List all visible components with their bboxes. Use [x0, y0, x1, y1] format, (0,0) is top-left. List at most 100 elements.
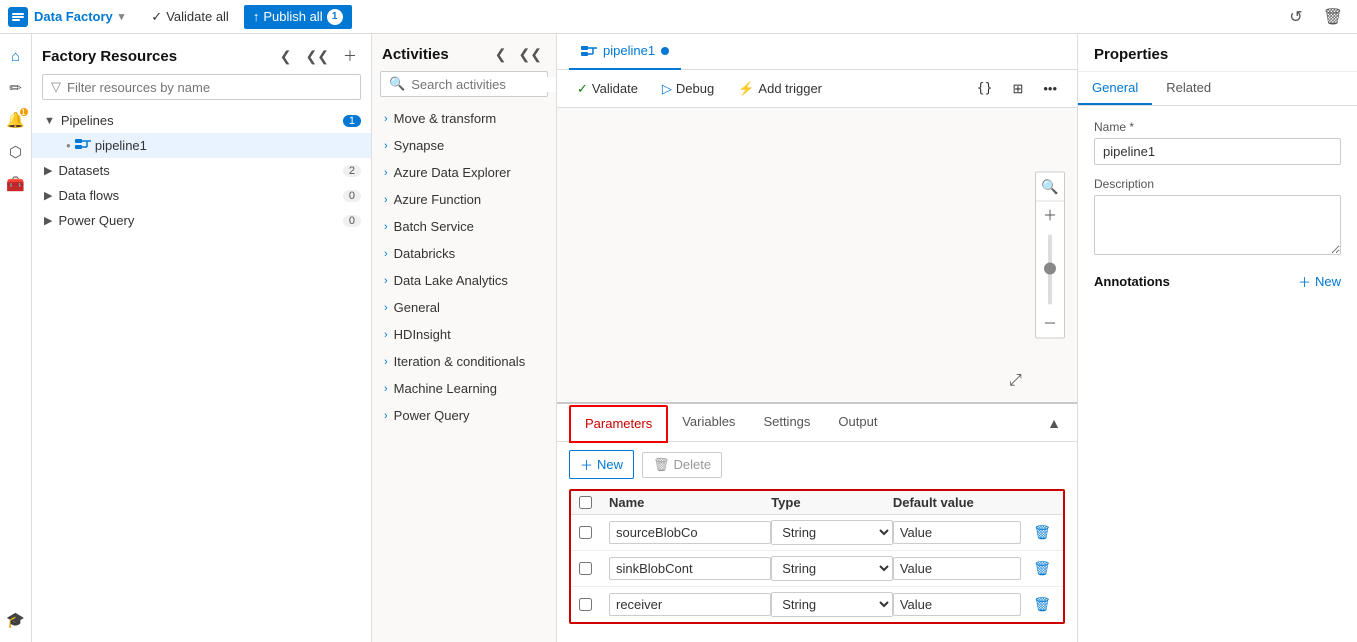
new-annotation-button[interactable]: ＋ New — [1298, 272, 1341, 291]
tree-item-powerquery[interactable]: ▶ Power Query 0 — [32, 208, 371, 233]
activity-power-query[interactable]: › Power Query — [372, 402, 556, 429]
activity-azure-data-explorer[interactable]: › Azure Data Explorer — [372, 159, 556, 186]
activity-azure-function[interactable]: › Azure Function — [372, 186, 556, 213]
fit-view-button[interactable]: ⤢ — [1009, 372, 1029, 392]
table-view-button[interactable]: ⊞ — [1004, 77, 1031, 101]
name-field-label: Name * — [1094, 120, 1341, 134]
row1-default-cell: 🗑 — [893, 521, 1055, 544]
row1-delete-button[interactable]: 🗑 — [1029, 522, 1055, 543]
delete-parameter-button[interactable]: 🗑 Delete — [642, 452, 722, 478]
collapse-all-button[interactable]: ❮❮ — [302, 46, 333, 67]
topbar: Data Factory ▾ ✓ Validate all ↑ Publish … — [0, 0, 1357, 34]
new-parameter-button[interactable]: ＋ New — [569, 450, 634, 479]
publish-all-button[interactable]: ↑ Publish all 1 — [244, 5, 352, 29]
tab-settings[interactable]: Settings — [749, 404, 824, 442]
row2-delete-button[interactable]: 🗑 — [1029, 558, 1055, 579]
dataflows-count: 0 — [343, 190, 361, 202]
search-canvas-button[interactable]: 🔍 — [1036, 173, 1064, 201]
delete-parameter-label: Delete — [674, 457, 712, 472]
properties-content: Name * Description Annotations ＋ New — [1078, 106, 1357, 305]
row2-default-input[interactable] — [893, 557, 1021, 580]
param-row: StringBoolInt 🗑 — [571, 587, 1063, 622]
row2-checkbox[interactable] — [579, 562, 592, 575]
toolbar-right: {} ⊞ ••• — [969, 77, 1065, 101]
more-actions-button[interactable]: ••• — [1035, 77, 1065, 100]
notification-icon[interactable]: 🔔 1 — [2, 106, 30, 134]
debug-button[interactable]: ▷ Debug — [654, 77, 722, 101]
learn-icon[interactable]: 🎓 — [2, 606, 30, 634]
filter-resources-input[interactable] — [67, 80, 352, 95]
row3-name-input[interactable] — [609, 593, 771, 616]
dataflows-label: Data flows — [58, 188, 342, 203]
activity-data-lake-analytics[interactable]: › Data Lake Analytics — [372, 267, 556, 294]
canvas-zoom-slider[interactable] — [1036, 230, 1064, 310]
brand-chevron[interactable]: ▾ — [119, 10, 125, 23]
activity-batch-service[interactable]: › Batch Service — [372, 213, 556, 240]
validate-label: Validate — [592, 81, 638, 96]
row2-name-input[interactable] — [609, 557, 771, 580]
collapse-panel-button[interactable]: ❮ — [276, 46, 296, 67]
tab-variables[interactable]: Variables — [668, 404, 749, 442]
select-all-checkbox[interactable] — [579, 496, 592, 509]
tree-item-pipelines[interactable]: ▼ Pipelines 1 — [32, 108, 371, 133]
slider-track — [1048, 235, 1052, 305]
tree-item-datasets[interactable]: ▶ Datasets 2 — [32, 158, 371, 183]
row1-type-select[interactable]: StringBoolInt — [771, 520, 893, 545]
publish-all-label: Publish all — [263, 9, 322, 24]
pipeline1-tab[interactable]: pipeline1 — [569, 34, 681, 70]
activity-hdinsight[interactable]: › HDInsight — [372, 321, 556, 348]
activity-databricks[interactable]: › Databricks — [372, 240, 556, 267]
collapse-bottom-panel-button[interactable]: ▲ — [1043, 413, 1065, 433]
tree-item-dataflows[interactable]: ▶ Data flows 0 — [32, 183, 371, 208]
add-trigger-button[interactable]: ⚡ Add trigger — [730, 77, 830, 101]
delete-topbar-button[interactable]: 🗑 — [1317, 5, 1349, 29]
row1-name-input[interactable] — [609, 521, 771, 544]
validate-button[interactable]: ✓ Validate — [569, 77, 646, 101]
activity-general[interactable]: › General — [372, 294, 556, 321]
row1-checkbox[interactable] — [579, 526, 592, 539]
row1-name-cell — [609, 521, 771, 544]
activity-synapse[interactable]: › Synapse — [372, 132, 556, 159]
tab-parameters[interactable]: Parameters — [569, 405, 668, 443]
row3-checkbox[interactable] — [579, 598, 592, 611]
props-tab-general[interactable]: General — [1078, 72, 1152, 105]
home-icon[interactable]: ⌂ — [2, 42, 30, 70]
add-resource-button[interactable]: ＋ — [339, 44, 361, 68]
zoom-in-button[interactable]: ＋ — [1036, 202, 1064, 230]
datasets-label: Datasets — [58, 163, 342, 178]
refresh-button[interactable]: ↺ — [1283, 5, 1308, 29]
settings-tab-label: Settings — [763, 414, 810, 429]
tab-output[interactable]: Output — [824, 404, 891, 442]
row2-check-cell — [579, 562, 609, 575]
row3-default-input[interactable] — [893, 593, 1021, 616]
activity-move-transform[interactable]: › Move & transform — [372, 105, 556, 132]
properties-title: Properties — [1078, 34, 1357, 72]
row3-type-select[interactable]: StringBoolInt — [771, 592, 893, 617]
activities-collapse-button[interactable]: ❮ — [491, 44, 511, 65]
name-input[interactable] — [1094, 138, 1341, 165]
pencil-icon[interactable]: ✏ — [2, 74, 30, 102]
activity-machine-learning[interactable]: › Machine Learning — [372, 375, 556, 402]
pipelines-label: Pipelines — [61, 113, 343, 128]
default-column-header: Default value — [893, 495, 1055, 510]
row2-type-select[interactable]: StringBoolInt — [771, 556, 893, 581]
filter-resources-box: ▽ — [42, 74, 361, 100]
toolbox-icon[interactable]: 🧰 — [2, 170, 30, 198]
activity-iteration-conditionals[interactable]: › Iteration & conditionals — [372, 348, 556, 375]
row1-default-input[interactable] — [893, 521, 1021, 544]
tree-sub-pipeline1[interactable]: ● pipeline1 — [32, 133, 371, 158]
row3-delete-button[interactable]: 🗑 — [1029, 594, 1055, 615]
canvas-empty-area: 🔍 ＋ － ⤢ — [557, 108, 1077, 402]
validate-all-button[interactable]: ✓ Validate all — [142, 5, 238, 29]
param-row: StringBoolInt 🗑 — [571, 515, 1063, 551]
topbar-right-actions: ↺ 🗑 — [1283, 5, 1349, 29]
activities-collapse-all-button[interactable]: ❮❮ — [515, 44, 546, 65]
description-textarea[interactable] — [1094, 195, 1341, 255]
monitor-icon[interactable]: ⬡ — [2, 138, 30, 166]
props-tab-related[interactable]: Related — [1152, 72, 1225, 105]
zoom-out-button[interactable]: － — [1036, 310, 1064, 338]
activity-chevron-icon: › — [384, 221, 388, 233]
description-field-label: Description — [1094, 177, 1341, 191]
activities-search-input[interactable] — [411, 77, 557, 92]
code-view-button[interactable]: {} — [969, 77, 1001, 100]
